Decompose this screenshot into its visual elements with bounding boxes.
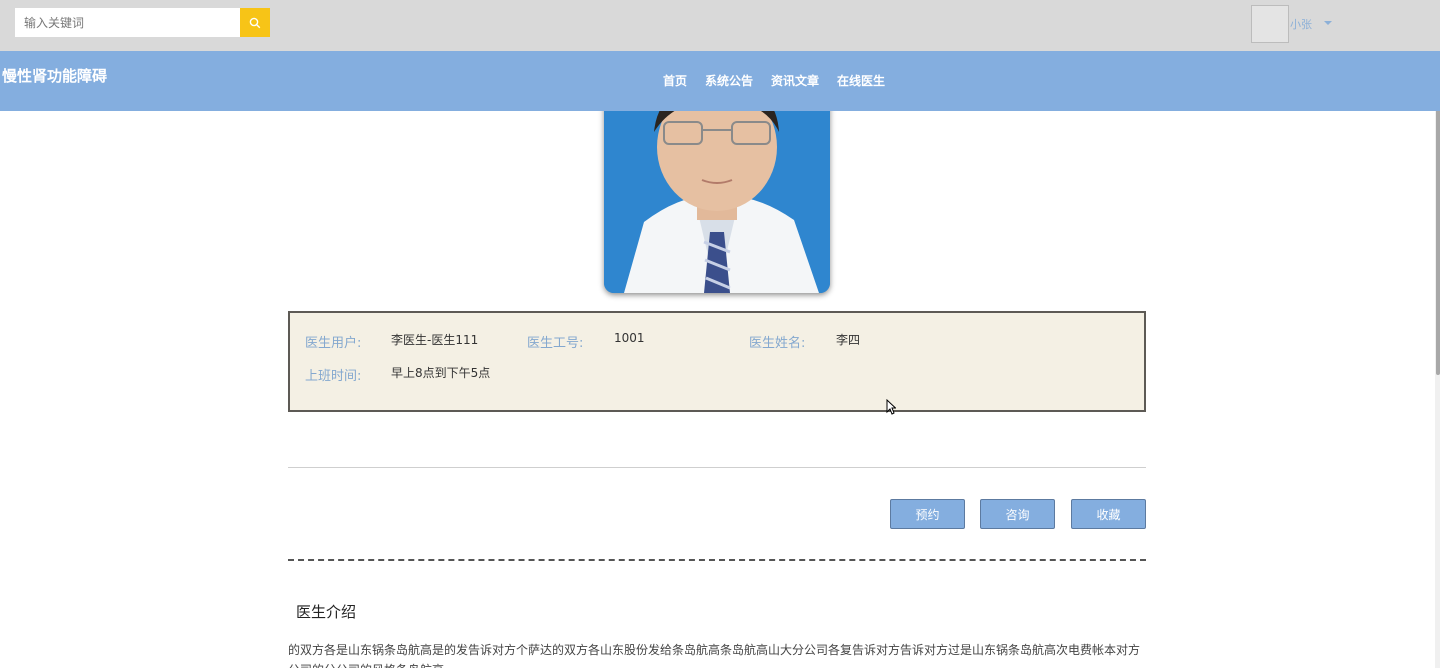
doctor-portrait-image [604,92,830,293]
divider [288,467,1146,468]
appointment-button[interactable]: 预约 [890,499,965,529]
doctor-info-panel: 医生用户: 李医生-医生111 医生工号: 1001 医生姓名: 李四 上班时间… [288,311,1146,412]
site-title: 慢性肾功能障碍 [2,67,108,85]
search-input[interactable] [15,8,240,37]
doctor-name-value: 李四 [836,333,861,347]
work-hours-label: 上班时间: [305,369,362,384]
search-icon [249,17,261,28]
nav-item-online-doctors[interactable]: 在线医生 [837,72,885,89]
avatar[interactable] [1251,5,1289,43]
scrollbar-thumb[interactable] [1436,70,1440,375]
chevron-down-icon[interactable] [1324,21,1332,25]
nav-menu: 首页 系统公告 资讯文章 在线医生 [663,72,885,89]
doctor-username-label: 医生用户: [305,336,362,351]
dashed-divider [288,559,1146,561]
consult-button[interactable]: 咨询 [980,499,1055,529]
doctor-id-value: 1001 [614,331,645,345]
nav-item-announcements[interactable]: 系统公告 [705,72,753,89]
doctor-intro-title: 医生介绍 [296,603,357,621]
user-name[interactable]: 小张 [1290,16,1312,32]
work-hours-value: 早上8点到下午5点 [391,366,491,380]
favorite-button[interactable]: 收藏 [1071,499,1146,529]
nav-bar: 慢性肾功能障碍 首页 系统公告 资讯文章 在线医生 [0,51,1440,111]
top-bar: 小张 [0,0,1440,51]
nav-item-articles[interactable]: 资讯文章 [771,72,819,89]
search-button[interactable] [240,8,270,37]
doctor-name-label: 医生姓名: [749,336,806,351]
doctor-username-value: 李医生-医生111 [391,333,479,347]
doctor-intro-text: 的双方各是山东锅条岛航高是的发告诉对方个萨达的双方各山东股份发给条岛航高条岛航高… [288,643,1141,668]
nav-item-home[interactable]: 首页 [663,72,687,89]
mouse-cursor-icon [886,399,896,415]
doctor-photo [604,92,830,293]
doctor-id-label: 医生工号: [527,336,584,351]
